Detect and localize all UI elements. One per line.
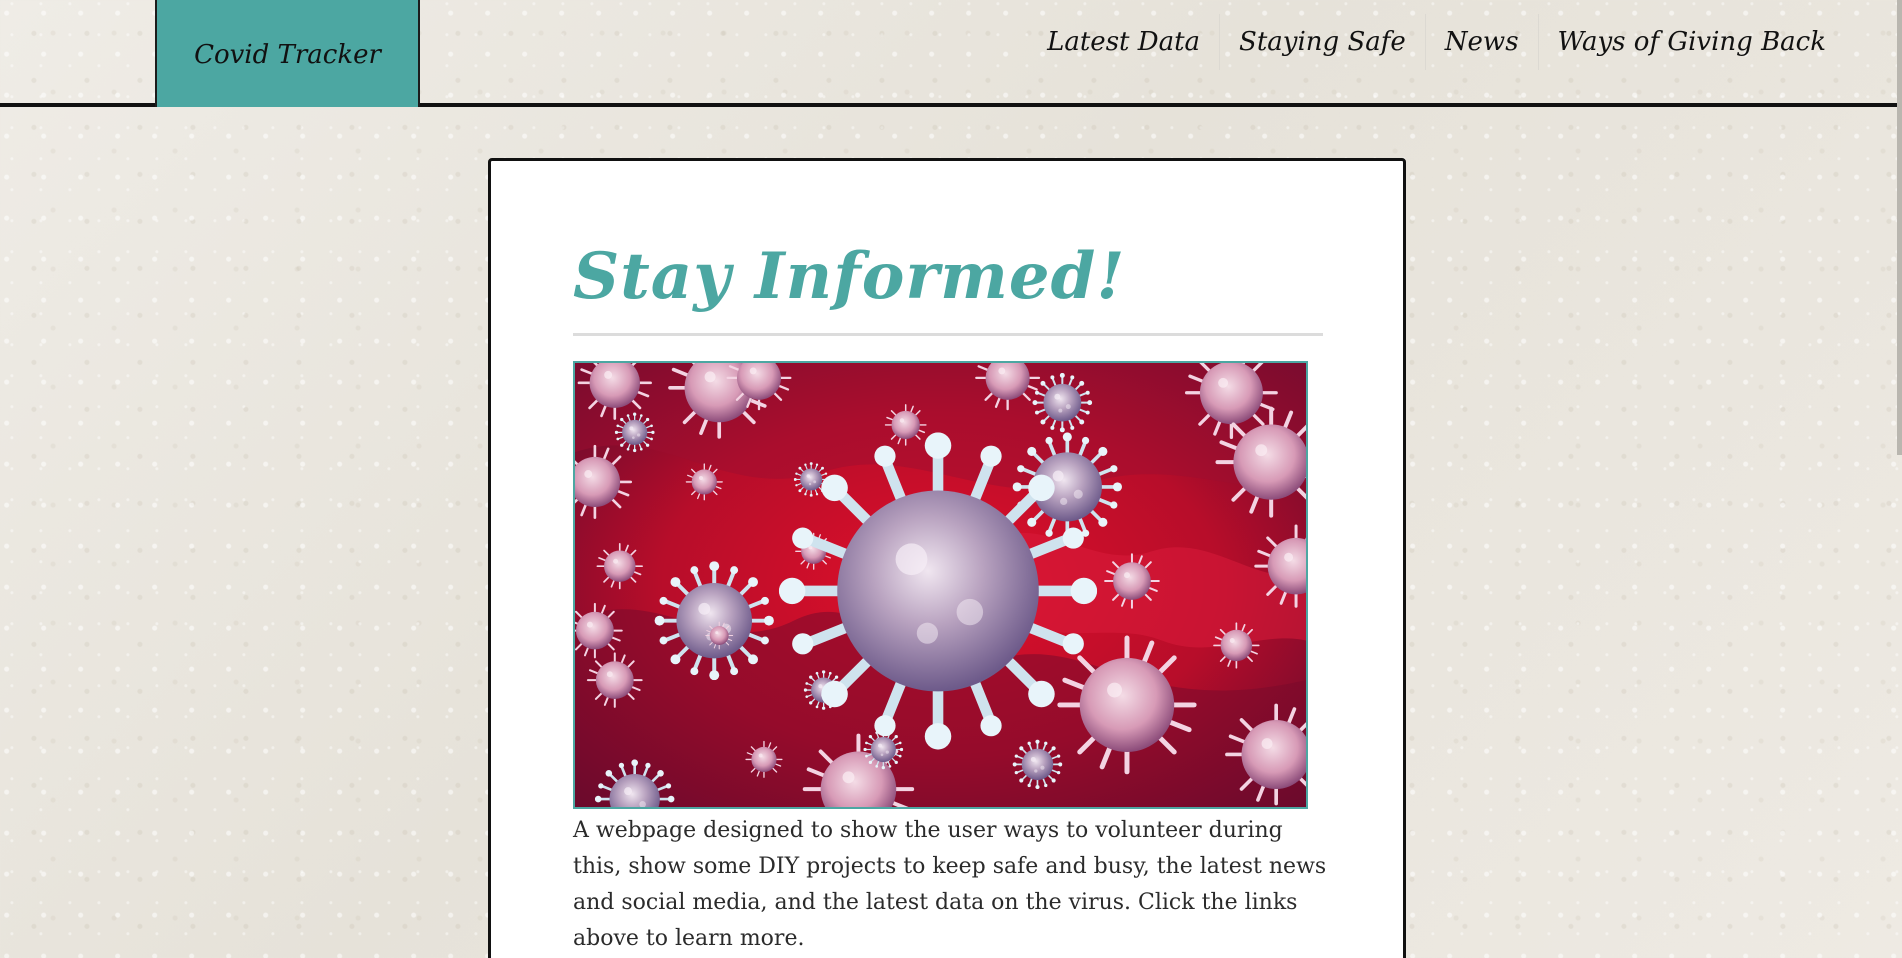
nav-ways-of-giving-back[interactable]: Ways of Giving Back	[1537, 14, 1845, 70]
site-header: Covid Tracker Latest Data Staying Safe N…	[0, 0, 1897, 107]
page-title: Stay Informed!	[573, 239, 1126, 314]
title-divider	[573, 333, 1323, 336]
page-scrollbar[interactable]	[1897, 0, 1902, 455]
brand-label: Covid Tracker	[194, 39, 381, 70]
nav-latest-data[interactable]: Latest Data	[1028, 14, 1219, 70]
intro-description: A webpage designed to show the user ways…	[573, 818, 1327, 951]
main-card: Stay Informed! A webpage designed to sho…	[488, 158, 1406, 958]
nav-news[interactable]: News	[1424, 14, 1538, 70]
brand-logo-link[interactable]: Covid Tracker	[155, 0, 420, 107]
coronavirus-image	[573, 361, 1308, 809]
main-nav: Latest Data Staying Safe News Ways of Gi…	[1028, 12, 1845, 72]
nav-staying-safe[interactable]: Staying Safe	[1219, 14, 1425, 70]
